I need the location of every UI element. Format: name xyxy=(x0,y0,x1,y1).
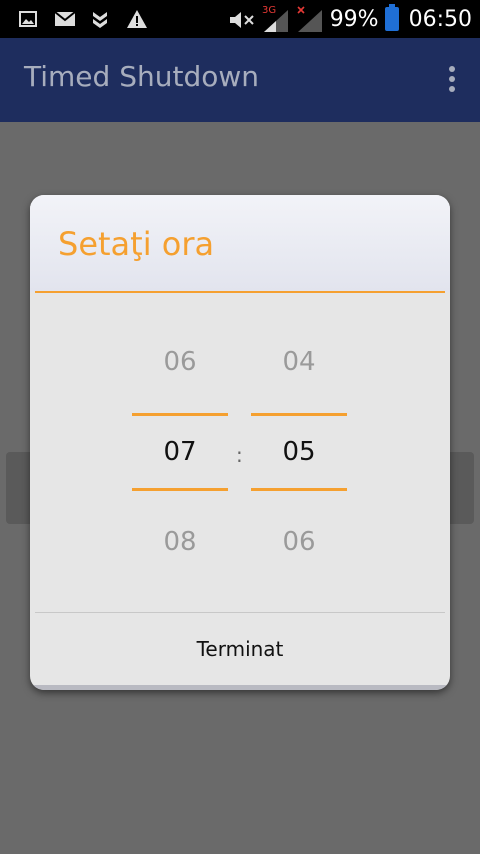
time-picker-dialog: Setaţi ora 06 07 08 : 04 05 06 Terminat xyxy=(30,195,450,690)
download-icon xyxy=(90,9,110,29)
mail-icon xyxy=(54,9,76,29)
dialog-header: Setaţi ora xyxy=(30,195,450,292)
hour-selection-bottom-line xyxy=(132,488,228,491)
app-bar: Timed Shutdown xyxy=(0,38,480,122)
hour-next[interactable]: 08 xyxy=(132,527,228,557)
notification-icons xyxy=(18,9,147,29)
minute-current[interactable]: 05 xyxy=(251,437,347,467)
mute-icon xyxy=(228,9,256,29)
signal-no-service-icon xyxy=(296,4,324,34)
done-button[interactable]: Terminat xyxy=(30,613,450,685)
system-status: 3G 99% 06:50 xyxy=(228,0,472,38)
clock: 06:50 xyxy=(408,6,472,32)
dialog-title: Setaţi ora xyxy=(58,225,215,263)
battery-percent: 99% xyxy=(329,6,379,32)
minute-selection-bottom-line xyxy=(251,488,347,491)
status-bar: 3G 99% 06:50 xyxy=(0,0,480,38)
minute-next[interactable]: 06 xyxy=(251,527,347,557)
minute-picker[interactable]: 04 05 06 xyxy=(251,315,347,575)
warning-icon xyxy=(126,9,147,29)
battery-icon xyxy=(384,4,399,31)
signal-3g-icon: 3G xyxy=(262,4,290,34)
hour-current[interactable]: 07 xyxy=(132,437,228,467)
app-title: Timed Shutdown xyxy=(24,60,259,93)
hour-prev[interactable]: 06 xyxy=(132,347,228,377)
hour-picker[interactable]: 06 07 08 xyxy=(132,315,228,575)
time-separator: : xyxy=(236,443,243,467)
hour-selection-top-line xyxy=(132,413,228,416)
network-type-label: 3G xyxy=(262,5,276,16)
minute-selection-top-line xyxy=(251,413,347,416)
header-divider xyxy=(35,291,445,293)
minute-prev[interactable]: 04 xyxy=(251,347,347,377)
image-icon xyxy=(18,9,38,29)
dialog-bottom-edge xyxy=(30,685,450,690)
more-vert-icon[interactable] xyxy=(448,66,456,94)
